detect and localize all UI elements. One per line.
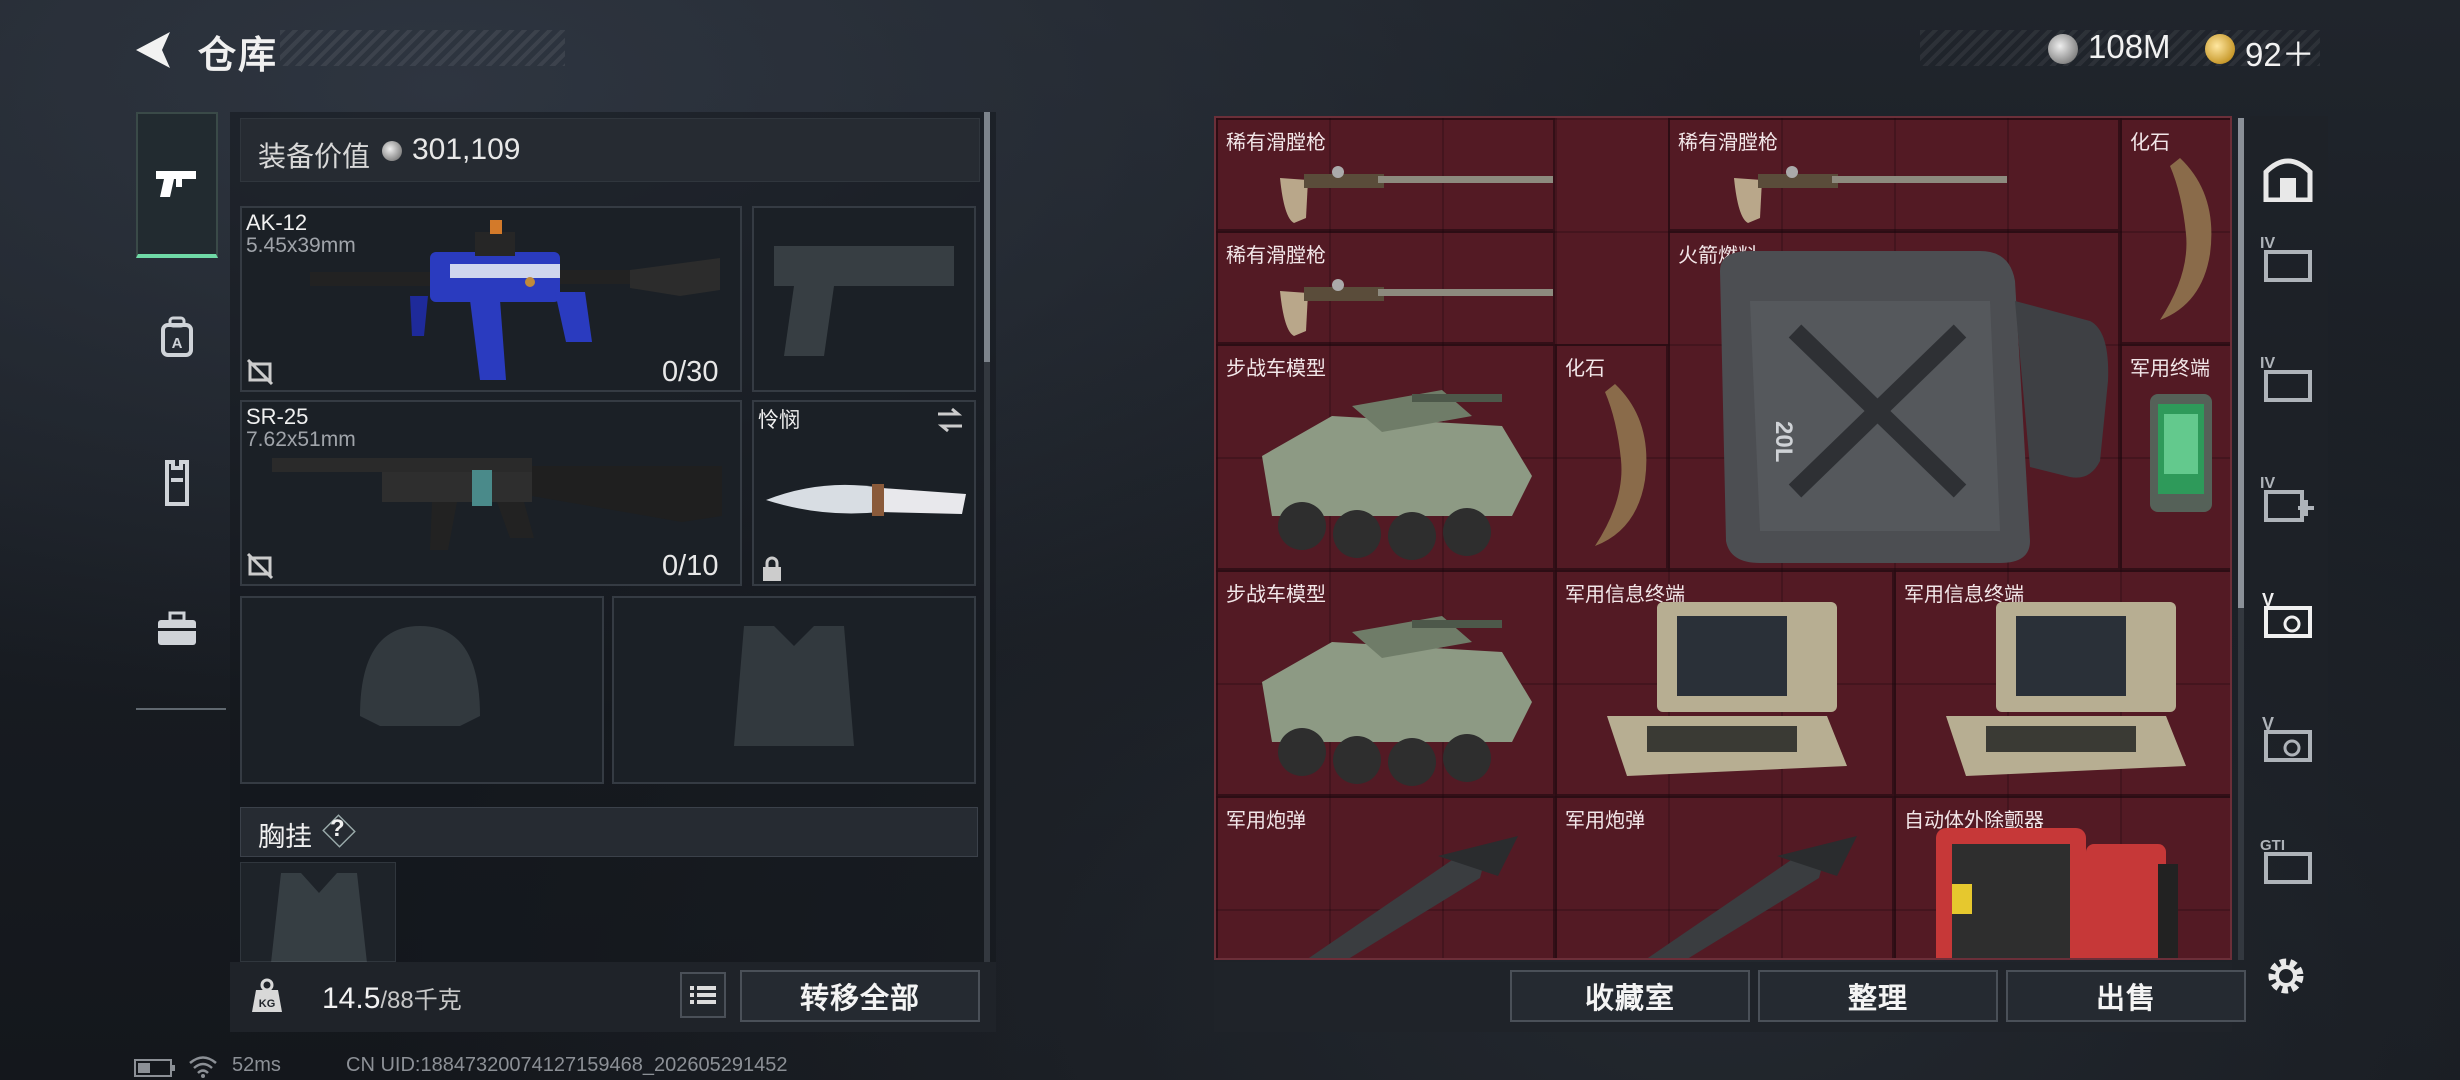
carry-weight: 14.5/88千克 xyxy=(322,980,462,1016)
artillery-shell-icon xyxy=(1647,836,1857,958)
fossil-claw-icon xyxy=(2160,158,2212,320)
ping: 52ms xyxy=(232,1054,281,1076)
back-arrow-icon[interactable] xyxy=(130,28,180,72)
ifv-model-icon xyxy=(1262,616,1532,786)
storage-item[interactable]: 步战车模型 xyxy=(1216,570,1555,796)
user-uid: CN UID:18847320074127159468_202605291452 xyxy=(346,1054,788,1076)
storage-item[interactable]: 稀有滑膛枪 xyxy=(1216,231,1555,344)
fuel-can-text: 20L xyxy=(1770,421,1797,462)
musket-icon xyxy=(1280,279,1553,336)
storage-item[interactable]: 稀有滑膛枪 xyxy=(1216,118,1555,231)
melee-name: 怜悯 xyxy=(758,409,800,432)
case-tier4-icon[interactable]: IV xyxy=(2258,228,2318,288)
item-label: 化石 xyxy=(2130,132,2170,154)
no-ammo-icon xyxy=(246,552,274,585)
secondary-weapon-ammo: 0/10 xyxy=(662,550,719,582)
storage-item[interactable]: 火箭燃料 20L xyxy=(1668,231,2120,570)
chest-rig-label: 胸挂 xyxy=(258,822,312,852)
case-tier4-plus-icon[interactable]: IV xyxy=(2258,468,2318,528)
wifi-icon xyxy=(188,1054,218,1080)
knife-icon xyxy=(762,470,970,530)
storage-item[interactable]: 步战车模型 xyxy=(1216,344,1555,570)
primary-weapon-ammo: 0/30 xyxy=(662,356,719,388)
swap-icon[interactable] xyxy=(934,406,966,439)
chest-rig-slot[interactable] xyxy=(240,862,396,963)
chest-rig-help[interactable]: ? xyxy=(330,815,345,843)
weapon-tab-icon[interactable] xyxy=(136,112,218,258)
fossil-claw-icon xyxy=(1595,384,1647,546)
pistol-placeholder-icon xyxy=(764,236,964,366)
storage-item[interactable]: 稀有滑膛枪 xyxy=(1668,118,2120,231)
tab-divider xyxy=(136,708,226,710)
gold-coin-icon xyxy=(2205,34,2235,64)
storage-item[interactable]: 化石 xyxy=(2120,118,2230,344)
equipment-value: 301,109 xyxy=(412,133,521,166)
case-tier5-b-icon[interactable]: V xyxy=(2258,708,2318,768)
carry-weight-max: /88千克 xyxy=(380,987,462,1014)
defibrillator-icon xyxy=(1936,828,2178,958)
gold-currency-amount[interactable]: 92＋ xyxy=(2245,28,2315,76)
title-decoration xyxy=(280,30,565,66)
lock-icon xyxy=(760,556,784,587)
artillery-shell-icon xyxy=(1308,836,1518,958)
toolbox-tab-icon[interactable] xyxy=(136,574,218,684)
storage-scroll-thumb[interactable] xyxy=(2238,118,2244,608)
storage-item[interactable]: 化石 xyxy=(1555,344,1668,570)
collection-room-button[interactable]: 收藏室 xyxy=(1510,970,1750,1022)
case-tier4-b-icon[interactable]: IV xyxy=(2258,348,2318,408)
list-icon xyxy=(690,986,716,1004)
case-tier-label: IV xyxy=(2260,235,2275,252)
list-view-button[interactable] xyxy=(680,972,726,1018)
fuel-canister-icon: 20L xyxy=(1720,251,2109,563)
military-terminal-icon xyxy=(2150,394,2212,512)
item-label: 化石 xyxy=(1565,358,1605,380)
svg-text:KG: KG xyxy=(259,998,276,1010)
silver-coin-icon xyxy=(2048,34,2078,64)
musket-icon xyxy=(1280,166,1553,223)
case-tier-label: IV xyxy=(2260,475,2275,492)
info-terminal-icon xyxy=(1946,602,2186,776)
page-title: 仓库 xyxy=(198,35,279,77)
transfer-all-button[interactable]: 转移全部 xyxy=(740,970,980,1022)
armor-tab-icon[interactable] xyxy=(136,428,218,538)
musket-icon xyxy=(1734,166,2007,223)
equipment-value-label: 装备价值 xyxy=(258,141,371,172)
battery-icon xyxy=(134,1058,176,1080)
storage-item[interactable]: 自动体外除颤器 xyxy=(1894,796,2230,958)
vest-placeholder-icon xyxy=(714,606,874,766)
organize-button[interactable]: 整理 xyxy=(1758,970,1998,1022)
storage-item[interactable]: 军用炮弹 xyxy=(1555,796,1894,958)
carry-weight-current: 14.5 xyxy=(322,982,381,1015)
equipment-scroll-thumb[interactable] xyxy=(984,112,990,362)
silver-currency-amount[interactable]: 108M xyxy=(2088,28,2171,66)
info-terminal-icon xyxy=(1607,602,1847,776)
case-tier-label: IV xyxy=(2260,355,2275,372)
settings-gear-icon[interactable] xyxy=(2256,946,2316,1006)
silver-coin-icon xyxy=(382,141,402,161)
backpack-tab-icon[interactable]: A xyxy=(136,282,218,392)
no-ammo-icon xyxy=(246,358,274,391)
sell-button[interactable]: 出售 xyxy=(2006,970,2246,1022)
sr25-rifle-icon xyxy=(262,446,732,556)
storage-item[interactable]: 军用信息终端 xyxy=(1894,570,2230,796)
svg-text:A: A xyxy=(172,335,183,352)
helmet-placeholder-icon xyxy=(340,606,500,766)
case-gti-icon[interactable]: GTI xyxy=(2258,830,2318,890)
storage-item[interactable]: 军用炮弹 xyxy=(1216,796,1555,958)
primary-weapon-name: AK-12 xyxy=(246,210,308,235)
case-tier5-icon[interactable]: V xyxy=(2258,584,2318,644)
item-label: 军用终端 xyxy=(2130,358,2210,380)
safe-house-icon[interactable] xyxy=(2258,148,2318,208)
storage-item[interactable]: 军用信息终端 xyxy=(1555,570,1894,796)
weight-icon: KG xyxy=(250,978,284,1014)
ifv-model-icon xyxy=(1262,390,1532,560)
storage-grid[interactable]: 稀有滑膛枪 稀有滑膛枪 化石 稀有滑膛枪 火箭燃料 20L 步战车模型 化石 军… xyxy=(1214,116,2232,960)
case-tier-label: GTI xyxy=(2260,837,2285,854)
storage-item[interactable]: 军用终端 xyxy=(2120,344,2230,570)
secondary-weapon-name: SR-25 xyxy=(246,404,309,429)
